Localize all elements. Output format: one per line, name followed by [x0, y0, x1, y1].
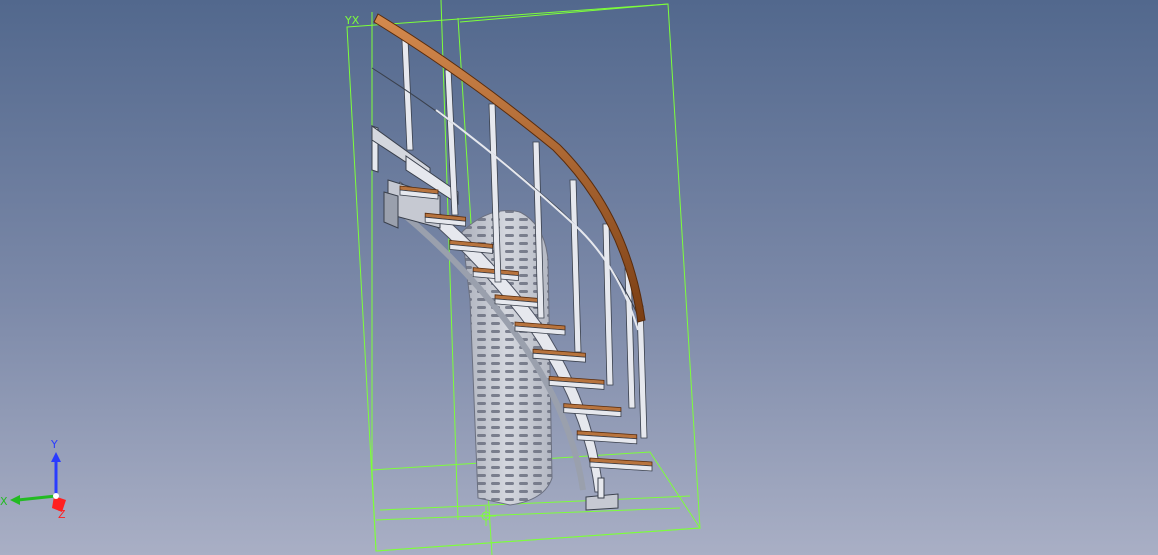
bbox-corner-label: YX [344, 14, 360, 27]
axis-z-label: Z [58, 508, 66, 521]
axis-y-label: Y [50, 438, 58, 451]
tread [563, 403, 622, 418]
axis-x-label: X [0, 495, 8, 508]
3d-viewport[interactable]: YX Y X Z [0, 0, 1158, 555]
baluster [636, 305, 648, 439]
foot-plate [585, 477, 619, 511]
axis-triad [10, 452, 66, 512]
baluster [602, 223, 614, 386]
baluster [401, 39, 414, 151]
model-scene[interactable]: YX Y X Z [0, 0, 1158, 555]
wall-brackets [371, 125, 459, 229]
tread [548, 375, 605, 390]
baluster [569, 179, 582, 353]
origin-marker [476, 506, 496, 526]
